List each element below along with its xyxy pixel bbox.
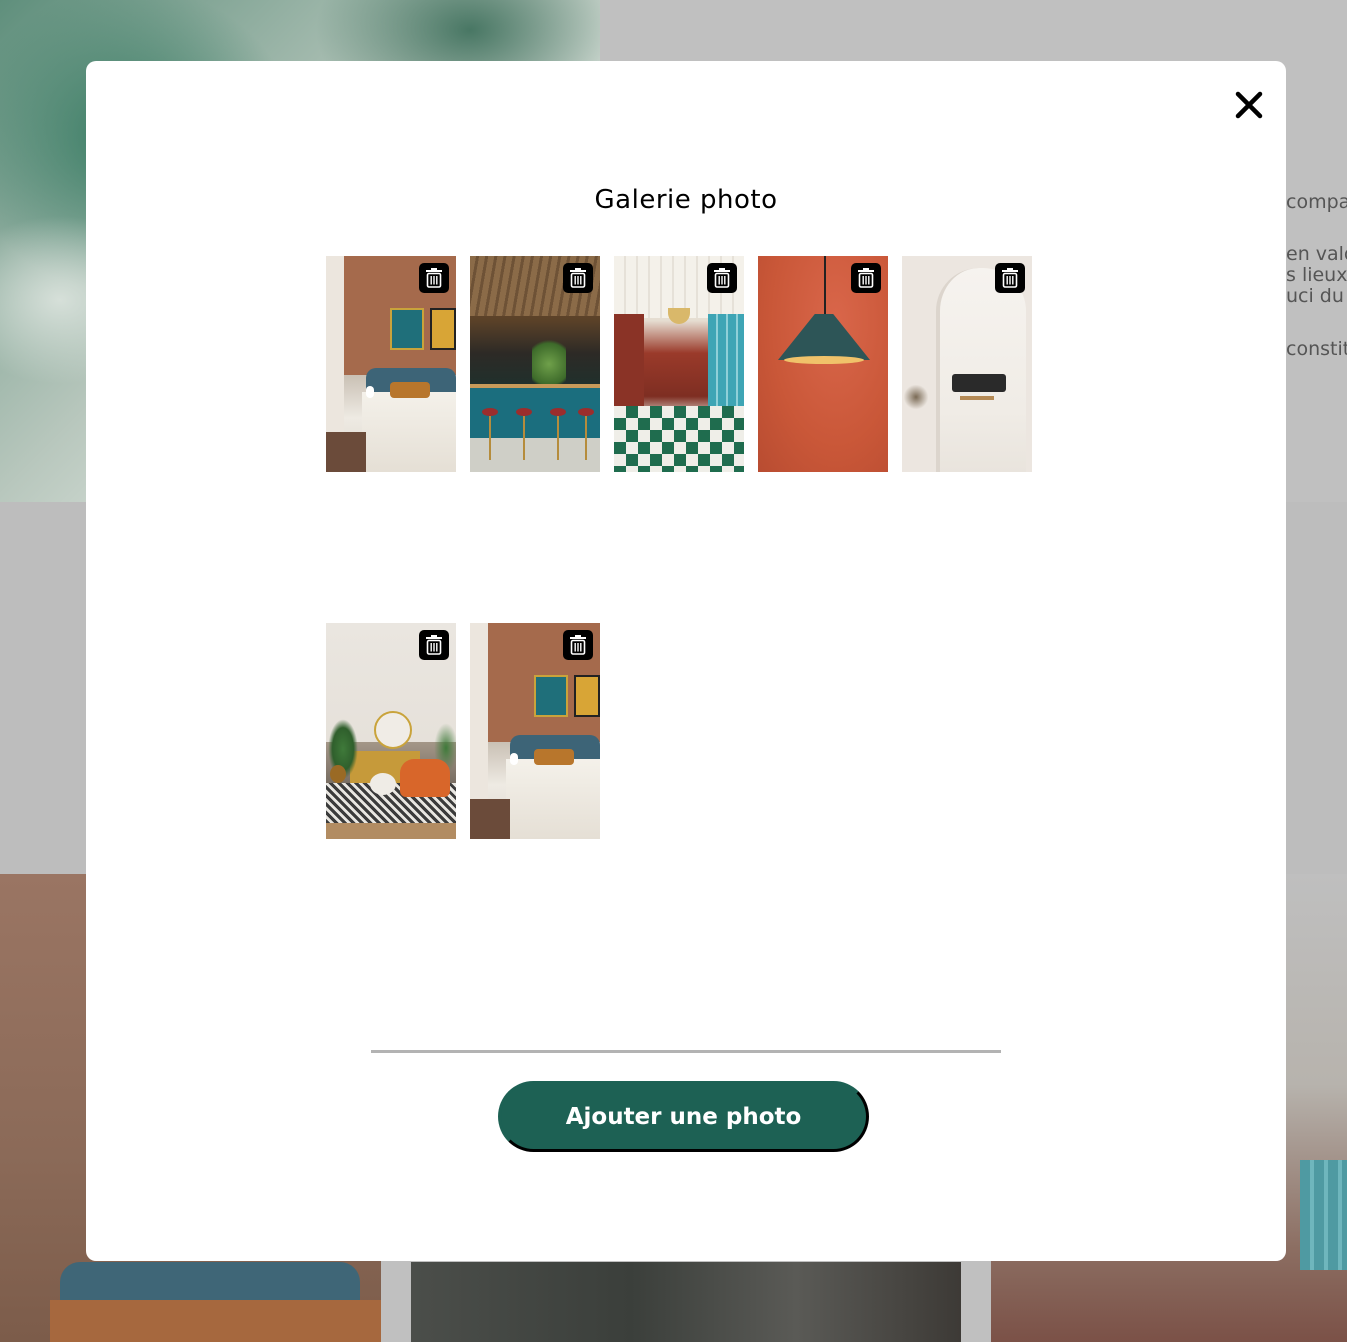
modal-title: Galerie photo [594,184,778,215]
background-photo-detail [50,1300,381,1342]
delete-photo-button[interactable] [563,630,593,660]
background-text-line: en valo [1286,243,1347,265]
gallery-photo[interactable] [470,623,600,839]
gallery-photo[interactable] [326,623,456,839]
close-icon [1235,91,1263,119]
gallery-photo[interactable] [902,256,1032,472]
delete-photo-button[interactable] [707,263,737,293]
delete-photo-button[interactable] [851,263,881,293]
trash-icon [1002,268,1018,288]
gallery-photo[interactable] [470,256,600,472]
close-button[interactable] [1231,87,1267,123]
trash-icon [570,268,586,288]
background-text-line: constit [1286,338,1347,360]
background-text-line: s lieux [1286,264,1347,286]
trash-icon [426,268,442,288]
modal-divider [371,1050,1001,1053]
gallery-photo[interactable] [326,256,456,472]
background-photo-detail [1300,1160,1347,1270]
delete-photo-button[interactable] [419,263,449,293]
background-project-photo [411,1262,961,1342]
gallery-photo[interactable] [614,256,744,472]
background-text-line: uci du [1286,285,1344,307]
photo-gallery-grid [326,256,1046,839]
trash-icon [858,268,874,288]
background-text-line: compa [1286,191,1347,213]
trash-icon [426,635,442,655]
trash-icon [570,635,586,655]
add-photo-button[interactable]: Ajouter une photo [498,1081,869,1152]
delete-photo-button[interactable] [995,263,1025,293]
trash-icon [714,268,730,288]
gallery-photo[interactable] [758,256,888,472]
delete-photo-button[interactable] [563,263,593,293]
delete-photo-button[interactable] [419,630,449,660]
photo-gallery-modal: Galerie photo Ajouter une photo [86,61,1286,1261]
